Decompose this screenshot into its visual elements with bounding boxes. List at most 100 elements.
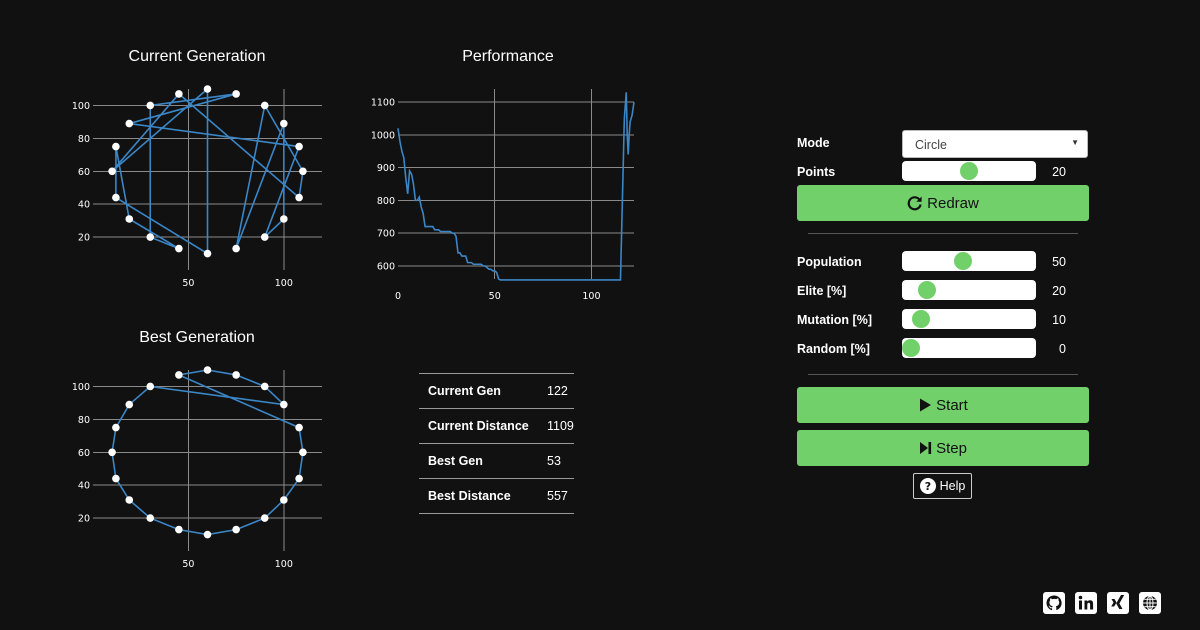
points-label: Points (797, 165, 836, 179)
divider (808, 374, 1078, 375)
city-point (232, 525, 240, 534)
globe-icon[interactable] (1139, 592, 1161, 614)
population-value: 50 (1052, 255, 1066, 269)
points-slider-knob[interactable] (960, 162, 978, 180)
stats-label: Best Gen (419, 443, 538, 479)
points-value: 20 (1052, 165, 1066, 179)
random-slider-knob[interactable] (902, 339, 920, 357)
population-label: Population (797, 255, 862, 269)
stats-table: Current Gen 122 Current Distance 1109 Be… (419, 373, 574, 514)
stats-value: 1109 (538, 408, 574, 444)
city-point (203, 366, 212, 374)
stats-row: Best Gen 53 (419, 443, 574, 479)
mode-row: Mode Circle ▼ (797, 127, 1089, 159)
city-point (112, 423, 120, 432)
redo-icon (907, 196, 922, 211)
step-forward-icon (920, 442, 932, 454)
mutation-slider-knob[interactable] (912, 310, 931, 328)
city-point (260, 382, 269, 391)
help-button[interactable]: ? Help (913, 473, 972, 499)
elite-label: Elite [%] (797, 284, 847, 298)
question-circle-icon: ? (919, 478, 936, 494)
mutation-value: 10 (1052, 313, 1066, 327)
mutation-slider[interactable] (902, 309, 1036, 329)
points-slider[interactable] (902, 161, 1036, 181)
stats-row: Best Distance 557 (419, 478, 574, 514)
help-label: Help (939, 479, 966, 493)
redraw-button[interactable]: Redraw (797, 185, 1089, 221)
github-icon[interactable] (1043, 592, 1065, 614)
start-label: Start (936, 396, 968, 414)
city-point (280, 400, 288, 409)
mutation-row: Mutation [%] 10 (797, 309, 1089, 333)
random-row: Random [%] 0 (797, 338, 1089, 362)
city-point (260, 514, 269, 522)
random-value: 0 (1059, 342, 1066, 356)
stats-value: 53 (538, 443, 574, 479)
y-tick-label: 40 (78, 481, 90, 492)
stats-label: Best Distance (419, 478, 538, 514)
chevron-down-icon: ▼ (1071, 138, 1079, 147)
city-point (280, 496, 288, 504)
elite-slider[interactable] (902, 280, 1036, 300)
city-point (146, 382, 155, 391)
population-slider[interactable] (902, 251, 1036, 271)
y-tick-label: 600 (377, 261, 395, 272)
mutation-label: Mutation [%] (797, 313, 872, 327)
step-label: Step (936, 439, 967, 457)
step-button[interactable]: Step (797, 430, 1089, 466)
performance-chart: 600 700 800 900 1000 1100 0 50 100 (371, 89, 635, 302)
city-point (232, 371, 240, 379)
stats-row: Current Distance 1109 (419, 408, 574, 444)
y-tick-label: 1000 (371, 130, 395, 141)
linkedin-icon[interactable] (1075, 592, 1097, 614)
city-point (108, 448, 116, 457)
city-point (125, 496, 134, 504)
stats-row: Current Gen 122 (419, 373, 574, 409)
mode-label: Mode (797, 136, 830, 150)
redraw-label: Redraw (927, 194, 979, 212)
random-label: Random [%] (797, 342, 870, 356)
y-tick-label: 700 (377, 229, 395, 240)
xing-icon[interactable] (1107, 592, 1129, 614)
city-point (175, 525, 183, 534)
y-tick-label: 60 (78, 448, 90, 459)
y-tick-label: 800 (377, 196, 395, 207)
population-slider-knob[interactable] (954, 252, 973, 270)
y-tick-label: 80 (78, 415, 90, 426)
x-tick-label: 50 (182, 559, 194, 570)
play-icon (920, 398, 932, 412)
city-point (295, 423, 303, 432)
start-button[interactable]: Start (797, 387, 1089, 423)
y-tick-label: 900 (377, 163, 395, 174)
points-row: Points 20 (797, 161, 1089, 185)
city-point (112, 474, 120, 483)
city-point (295, 474, 303, 483)
random-slider[interactable] (902, 338, 1036, 358)
app-root: Current Generation 20 40 60 80 100 50 100 Perf… (0, 0, 1200, 630)
y-tick-label: 100 (72, 382, 90, 393)
x-tick-label: 100 (275, 559, 293, 570)
population-row: Population 50 (797, 251, 1089, 275)
city-point (125, 400, 134, 409)
city-point (146, 514, 155, 522)
mode-select-value: Circle (915, 138, 947, 152)
mode-select[interactable]: Circle ▼ (902, 130, 1088, 158)
stats-value: 122 (538, 373, 574, 409)
city-point (175, 371, 183, 379)
best-generation-chart: 20 40 60 80 100 50 100 (72, 366, 322, 570)
x-tick-label: 100 (582, 291, 600, 302)
svg-text:?: ? (924, 480, 930, 493)
x-tick-label: 50 (489, 291, 501, 302)
stats-label: Current Distance (419, 408, 538, 444)
elite-value: 20 (1052, 284, 1066, 298)
divider (808, 233, 1078, 234)
elite-row: Elite [%] 20 (797, 280, 1089, 304)
elite-slider-knob[interactable] (918, 281, 937, 299)
y-tick-label: 1100 (371, 98, 395, 109)
city-point (299, 448, 307, 457)
stats-value: 557 (538, 478, 574, 514)
stats-label: Current Gen (419, 373, 538, 409)
city-point (203, 530, 212, 539)
performance-line (397, 92, 635, 281)
